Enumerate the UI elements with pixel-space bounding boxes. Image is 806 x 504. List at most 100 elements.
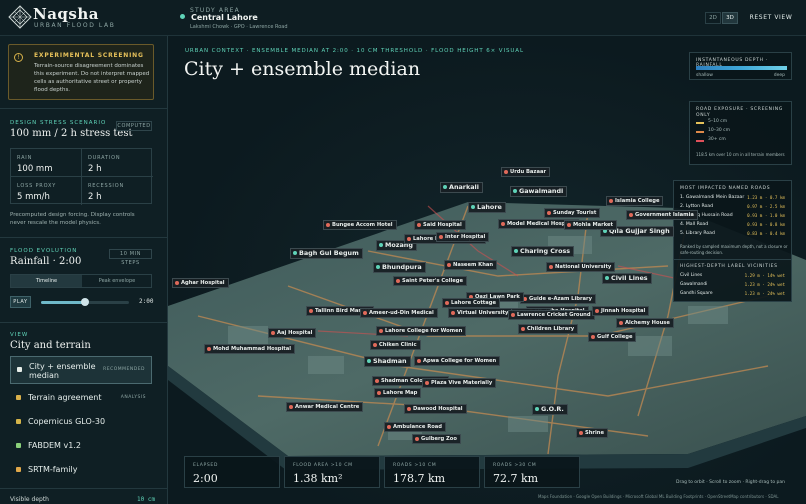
map-place-label[interactable]: Plaza Vive Materially [422,378,497,388]
vicinity-value: 1.23 m · 24% wet [744,291,785,296]
stat-loss-proxy: LOSS PROXY 5 mm/h [11,177,82,205]
top-bar: Naqsha URBAN FLOOD LAB STUDY AREA Centra… [0,0,806,36]
study-area-select[interactable]: Central Lahore [191,13,258,22]
map-place-label[interactable]: Lahore Cottage [442,298,501,308]
app-root: Naqsha URBAN FLOOD LAB STUDY AREA Centra… [0,0,806,504]
legend-swatch [696,122,704,124]
view-option-copernicus[interactable]: Copernicus GLO-30 [10,409,152,435]
view-option-terrain-agreement[interactable]: Terrain agreement ANALYSIS [10,385,152,411]
map-place-label[interactable]: Apwa College for Women [414,356,501,366]
place-marker-icon [289,404,293,409]
map-place-label[interactable]: Shrine [576,428,608,438]
stat-value: 5 mm/h [17,192,50,202]
map-place-label[interactable]: Said Hospital [414,220,466,230]
place-marker-icon [595,308,599,313]
map-place-label[interactable]: Shadman [364,356,411,367]
map-place-label[interactable]: Lahore Map [374,388,422,398]
map-place-label[interactable]: Virtual University [448,308,513,318]
warning-icon: ! [14,53,23,62]
map-place-label[interactable]: Gulf College [588,332,637,342]
place-marker-icon [579,430,583,435]
view-3d-button[interactable]: 3D [722,12,738,24]
map-place-label[interactable]: Bungee Accom Hotel [323,220,397,230]
map-place-label[interactable]: G.O.R. [532,404,568,415]
map-place-label[interactable]: Anwar Medical Centre [286,402,364,412]
place-marker-icon [396,278,400,283]
divider [0,237,167,238]
place-marker-icon [513,189,517,193]
brand-subtitle: URBAN FLOOD LAB [34,22,116,29]
map-place-label[interactable]: Guide e-Azam Library [520,294,596,304]
scenario-stats: RAIN 100 mm DURATION 2 h LOSS PROXY 5 mm… [10,148,153,205]
reset-view-button[interactable]: RESET VIEW [747,12,795,24]
place-label-text: Saint Peter's College [402,278,464,284]
place-label-text: Aghar Hospital [181,280,225,286]
map-place-label[interactable]: Mohla Market [564,220,618,230]
view-option-label: Copernicus GLO-30 [28,417,106,426]
view-swatch [16,443,21,448]
chevron-down-icon[interactable]: ⌄ [251,11,259,21]
map-place-label[interactable]: Aaj Hospital [268,328,317,338]
view-option-fabdem[interactable]: FABDEM v1.2 [10,433,152,459]
view-option-city-ensemble[interactable]: City + ensemble median RECOMMENDED [10,356,152,384]
map-place-label[interactable]: Urdu Bazaar [501,167,551,177]
divider [0,322,167,323]
map-place-label[interactable]: Government Islamia [626,210,698,220]
map-place-label[interactable]: Islamia College [606,196,664,206]
map-place-label[interactable]: Ameer-ud-Din Medical [360,308,438,318]
map-place-label[interactable]: Lawrence Cricket Ground [508,310,595,320]
place-marker-icon [619,320,623,325]
place-label-text: Lahore Cottage [451,300,497,306]
map-viewport[interactable]: URBAN CONTEXT · ENSEMBLE MEDIAN AT 2:00 … [168,36,806,504]
map-place-label[interactable]: Aghar Hospital [172,278,229,288]
map-place-label[interactable]: Gulberg Zoo [412,434,461,444]
map-place-label[interactable]: Alchemy House [616,318,674,328]
map-place-label[interactable]: Chiken Clinic [370,340,421,350]
map-place-label[interactable]: Dawood Hospital [404,404,467,414]
map-place-label[interactable]: Sunday Tourist [544,208,601,218]
road-exposure-legend: ROAD EXPOSURE · SCREENING ONLY 5–10 cm 1… [689,101,792,165]
summary-value: 72.7 km [493,472,539,485]
map-place-label[interactable]: Jinnah Hospital [592,306,650,316]
map-place-label[interactable]: Bhundpura [373,262,426,273]
scenario-title: 100 mm / 2 h stress test [10,128,133,139]
map-place-label[interactable]: Lahore College for Women [376,326,467,336]
impacted-road-value: 1.23 m · 0.7 km [747,195,785,200]
place-marker-icon [443,185,447,189]
evolution-title: Rainfall · 2:00 [10,256,82,267]
map-place-label[interactable]: Ambulance Road [384,422,446,432]
navigation-hint: Drag to orbit · Scroll to zoom · Right-d… [676,480,785,485]
map-place-label[interactable]: Children Library [518,324,579,334]
map-place-label[interactable]: Anarkali [440,182,483,193]
view-option-srtm[interactable]: SRTM-family [10,457,152,483]
tab-peak-envelope[interactable]: Peak envelope [82,275,152,287]
impacted-road-value: 0.93 m · 1.0 km [747,213,785,218]
view-2d-button[interactable]: 2D [705,12,721,24]
map-place-label[interactable]: Inter Hospital [436,232,490,242]
map-place-label[interactable]: National University [546,262,616,272]
time-slider[interactable] [41,298,129,306]
map-place-label[interactable]: Saint Peter's College [393,276,468,286]
time-slider-handle[interactable] [81,298,89,306]
legend-item-label: 30+ cm [708,137,726,142]
map-place-label[interactable]: Civil Lines [602,273,652,284]
computed-badge: COMPUTED [116,121,152,131]
map-place-label[interactable]: Charing Cross [511,246,575,257]
divider [0,488,167,489]
vicinity-name: Gawalmandi [680,282,708,287]
play-button[interactable]: PLAY [10,296,31,308]
warning-title: EXPERIMENTAL SCREENING [34,52,144,59]
map-place-label[interactable]: Gawalmandi [510,186,568,197]
map-place-label[interactable]: Bagh Gul Begum [290,248,363,259]
map-place-label[interactable]: Naseem Khan [444,260,498,270]
tab-timeline[interactable]: Timeline [11,275,82,287]
summary-value: 2:00 [193,472,218,485]
place-marker-icon [549,264,553,269]
place-marker-icon [445,300,449,305]
map-place-label[interactable]: Lahore [468,202,506,213]
place-label-text: Bungee Accom Hotel [332,222,393,228]
divider [674,259,791,260]
map-place-label[interactable]: Mohd Muhammad Hospital [204,344,296,354]
vicinity-value: 1.23 m · 24% wet [744,282,785,287]
view-swatch [17,367,22,372]
